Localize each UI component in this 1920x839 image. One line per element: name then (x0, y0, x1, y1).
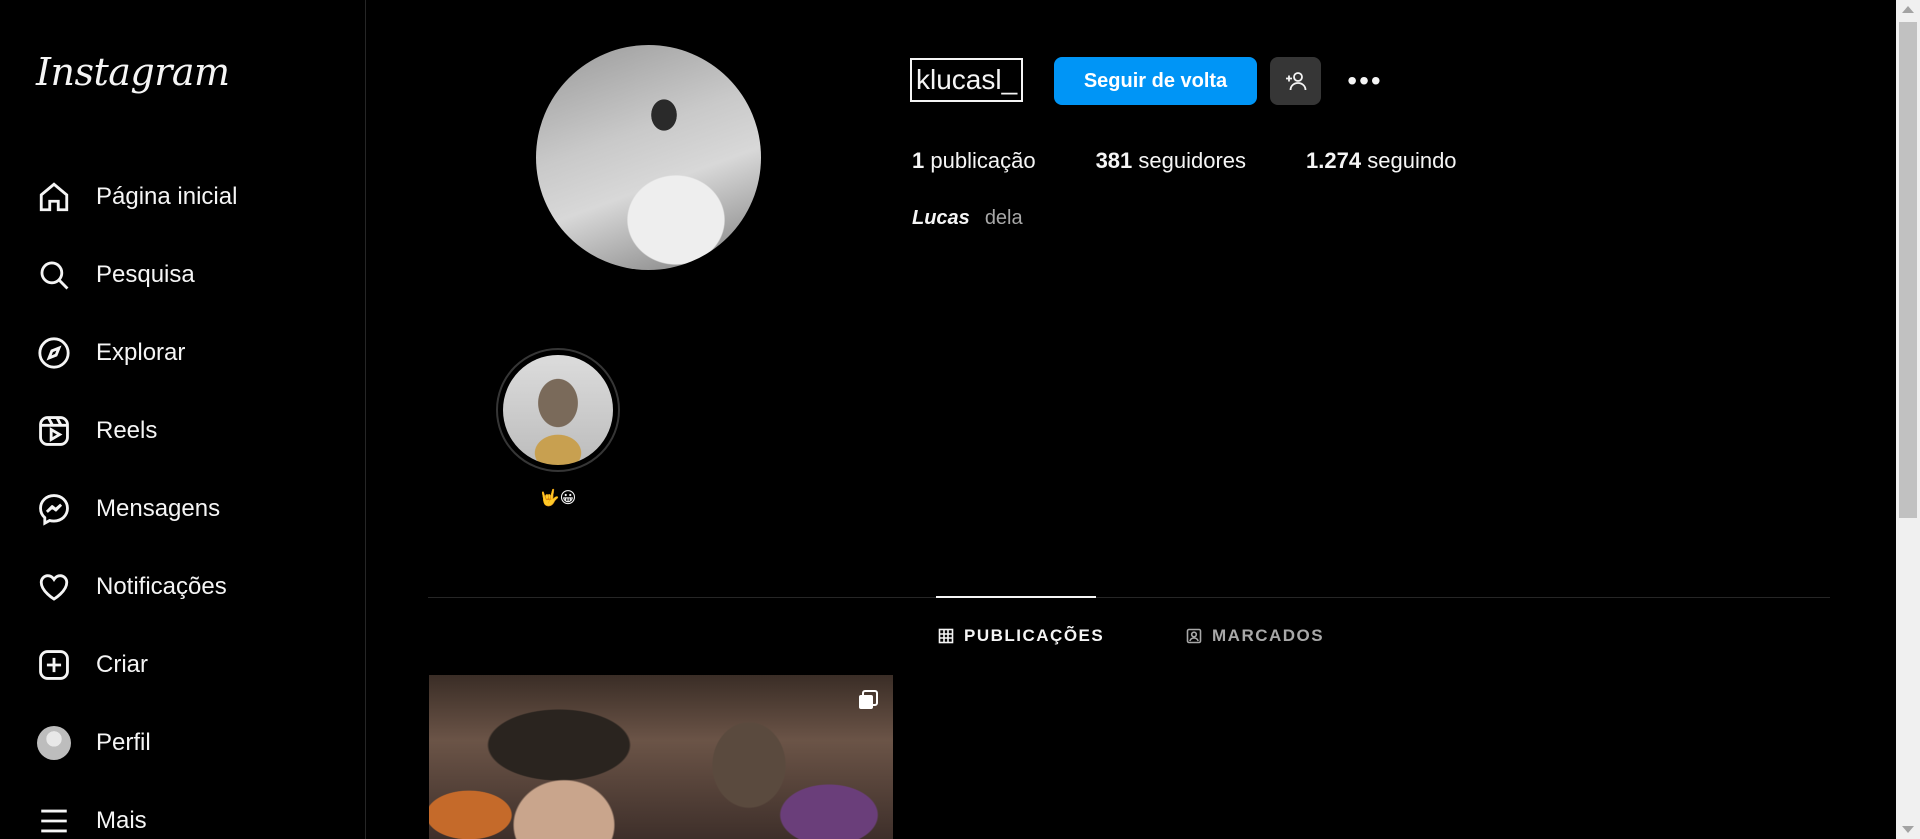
follow-back-button[interactable]: Seguir de volta (1054, 57, 1257, 105)
messenger-icon (36, 491, 72, 527)
sidebar-item-search[interactable]: Pesquisa (0, 236, 365, 314)
following-label: seguindo (1367, 148, 1457, 173)
posts-stat: 1 publicação (912, 148, 1036, 174)
sidebar-item-label: Página inicial (96, 183, 238, 210)
followers-stat[interactable]: 381 seguidores (1096, 148, 1246, 174)
more-horizontal-icon: ••• (1347, 65, 1383, 96)
suggested-accounts-button[interactable] (1270, 57, 1321, 105)
profile-picture[interactable] (536, 45, 761, 270)
more-options-button[interactable]: ••• (1341, 60, 1389, 102)
page-scrollbar[interactable] (1896, 0, 1920, 839)
followers-label: seguidores (1138, 148, 1247, 173)
highlight-ring (496, 348, 620, 472)
avatar (36, 725, 72, 761)
home-icon (36, 179, 72, 215)
profile-pronouns: dela (984, 207, 1023, 229)
sidebar-item-messages[interactable]: Mensagens (0, 470, 365, 548)
sidebar-item-label: Reels (96, 417, 158, 444)
reels-icon (36, 413, 72, 449)
following-stat[interactable]: 1.274 seguindo (1306, 148, 1457, 174)
sidebar-item-notifications[interactable]: Notificações (0, 548, 365, 626)
tab-tagged[interactable]: MARCADOS (1186, 626, 1324, 646)
tab-label: MARCADOS (1212, 626, 1325, 645)
plus-square-icon (36, 647, 72, 683)
profile-stats: 1 publicação 381 seguidores 1.274 seguin… (912, 148, 1517, 174)
posts-label: publicação (930, 148, 1036, 173)
post-thumbnail[interactable] (429, 675, 893, 839)
active-tab-indicator (936, 596, 1096, 598)
profile-username[interactable]: klucasl_ (910, 58, 1024, 102)
story-highlight[interactable]: 🤟😀 (496, 348, 620, 508)
sidebar-item-profile[interactable]: Perfil (0, 704, 365, 782)
sidebar-item-label: Criar (96, 651, 148, 678)
heart-icon (36, 569, 72, 605)
instagram-logo[interactable]: Instagram (36, 50, 230, 94)
sidebar-item-label: Explorar (96, 339, 186, 366)
add-user-icon (1285, 72, 1306, 91)
sidebar-item-explore[interactable]: Explorar (0, 314, 365, 392)
sidebar-nav: Página inicial Pesquisa Explorar Reels M… (0, 158, 365, 839)
tagged-user-icon (1186, 628, 1202, 644)
sidebar-item-label: Pesquisa (96, 261, 195, 288)
sidebar-item-label: Notificações (96, 573, 227, 600)
sidebar-item-label: Mais (96, 807, 147, 834)
posts-count: 1 (912, 148, 925, 173)
sidebar-item-more[interactable]: Mais (0, 782, 365, 839)
highlight-label: 🤟😀 (539, 490, 577, 507)
sidebar-item-reels[interactable]: Reels (0, 392, 365, 470)
sidebar-item-home[interactable]: Página inicial (0, 158, 365, 236)
followers-count: 381 (1095, 148, 1133, 173)
profile-name: Lucas (912, 207, 970, 229)
scroll-up-arrow-icon[interactable] (1902, 6, 1914, 13)
sidebar-item-create[interactable]: Criar (0, 626, 365, 704)
sidebar: Instagram Página inicial Pesquisa Explor… (0, 0, 366, 839)
tab-label: PUBLICAÇÕES (964, 626, 1105, 645)
tab-posts[interactable]: PUBLICAÇÕES (938, 626, 1104, 646)
carousel-icon (859, 690, 878, 709)
tabs-divider (428, 597, 1830, 598)
highlight-cover (503, 355, 613, 465)
menu-icon (36, 803, 72, 839)
profile-main: klucasl_ Seguir de volta ••• 1 publicaçã… (366, 0, 1896, 839)
following-count: 1.274 (1306, 148, 1362, 173)
compass-icon (36, 335, 72, 371)
sidebar-item-label: Mensagens (96, 495, 221, 522)
search-icon (36, 257, 72, 293)
scrollbar-thumb[interactable] (1899, 22, 1917, 518)
grid-icon (938, 628, 954, 644)
profile-bio: Lucas dela (912, 207, 1023, 230)
sidebar-item-label: Perfil (96, 729, 151, 756)
scroll-down-arrow-icon[interactable] (1902, 826, 1914, 833)
